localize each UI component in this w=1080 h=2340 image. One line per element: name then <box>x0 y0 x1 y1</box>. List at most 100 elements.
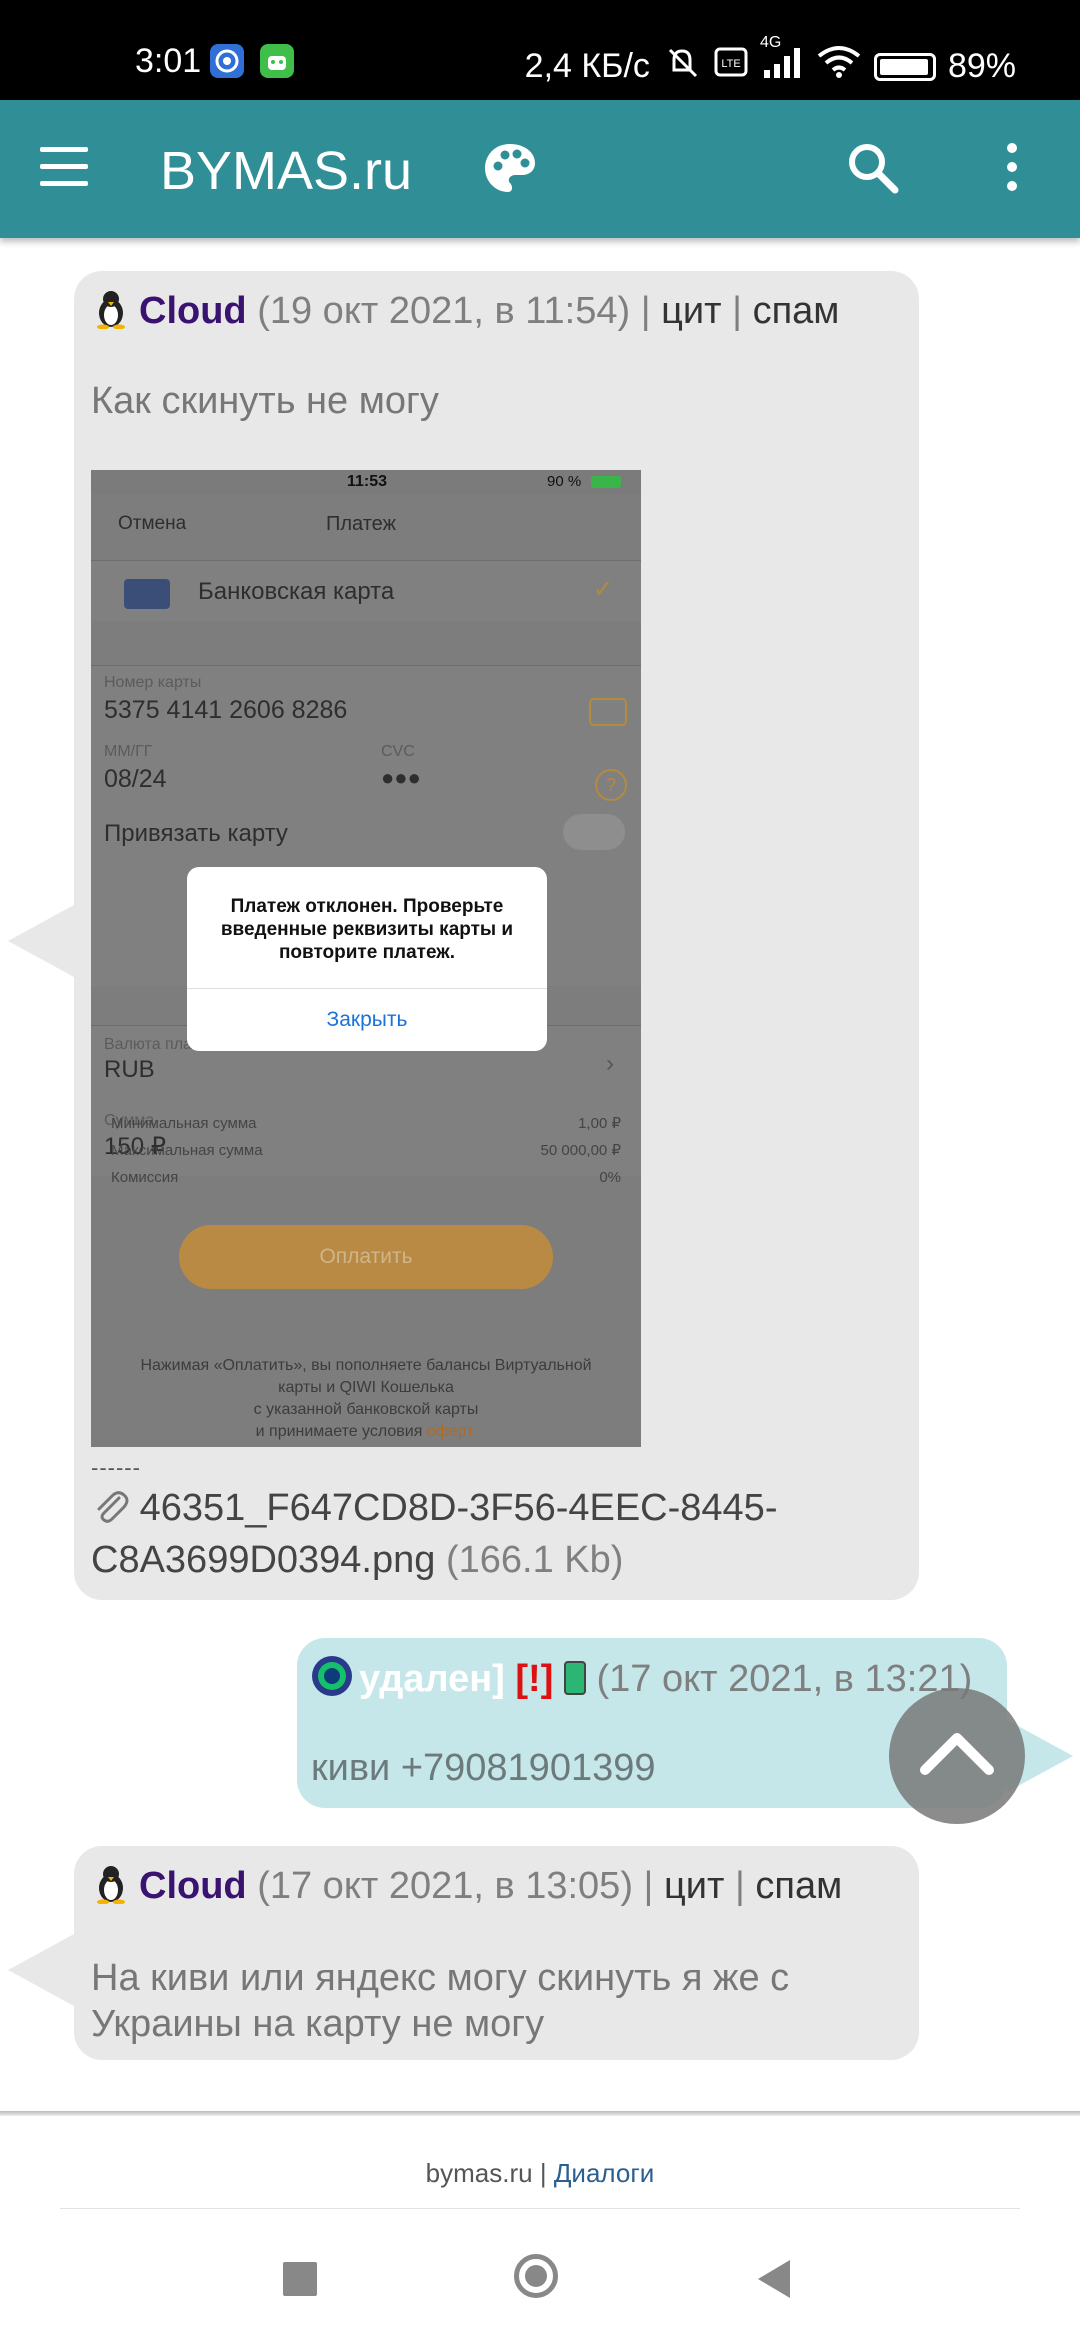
quote-link[interactable]: цит <box>661 290 721 332</box>
attachment-size: (166.1 Kb) <box>445 1539 624 1581</box>
message-username[interactable]: Cloud <box>139 1865 247 1907</box>
camera-icon <box>589 698 627 726</box>
bind-card-label: Привязать карту <box>104 820 288 847</box>
expiry-label: ММ/ГГ <box>104 743 153 760</box>
search-icon[interactable] <box>845 140 901 201</box>
cvc-value: ●●● <box>381 765 421 790</box>
separator: | <box>734 1865 745 1907</box>
mute-icon <box>662 42 702 91</box>
home-icon[interactable] <box>514 2254 558 2298</box>
signal-label: 4G <box>759 34 782 51</box>
scroll-top-button[interactable] <box>889 1688 1025 1824</box>
footer-dialogs-link[interactable]: Диалоги <box>554 2158 655 2188</box>
cvc-label: CVC <box>381 743 415 760</box>
card-icon <box>124 579 170 609</box>
message-header: Cloud (19 окт 2021, в 11:54) | цит | спа… <box>91 287 839 333</box>
currency-label: Валюта пла <box>104 1036 192 1053</box>
footer-line: с указанной банковской карты <box>253 1401 479 1418</box>
expiry-value: 08/24 <box>104 765 167 793</box>
max-sum-value: 50 000,00 ₽ <box>540 1142 621 1159</box>
status-bar: 3:01 2,4 КБ/с LTE 4G 89% <box>0 0 1080 100</box>
footer-line: карты и QIWI Кошелька <box>278 1379 454 1396</box>
min-sum-label: Минимальная сумма <box>111 1115 257 1132</box>
min-sum-value: 1,00 ₽ <box>578 1115 621 1132</box>
error-dialog: Платеж отклонен. Проверьте введенные рек… <box>187 867 547 1051</box>
footer-divider <box>60 2208 1020 2209</box>
footer-site[interactable]: bymas.ru <box>426 2158 533 2188</box>
footer-line: Нажимая «Оплатить», вы пополняете баланс… <box>140 1357 592 1374</box>
pay-button: Оплатить <box>179 1225 553 1289</box>
app-bar: BYMAS.ru <box>0 100 1080 238</box>
screenshot-footer: Нажимая «Оплатить», вы пополняете баланс… <box>91 1355 641 1443</box>
footer-separator: | <box>539 2158 547 2188</box>
screenshot-cancel: Отмена <box>118 513 187 534</box>
attached-screenshot[interactable]: 11:53 90 % Отмена Платеж Банковская карт… <box>91 470 641 1447</box>
paperclip-icon <box>91 1488 129 1537</box>
message-header: Cloud (17 окт 2021, в 13:05) | цит | спа… <box>91 1862 842 1908</box>
bubble-tail <box>8 905 74 977</box>
max-sum-label: Максимальная сумма <box>111 1142 263 1159</box>
footer-line: и принимаете условия <box>255 1423 423 1440</box>
bubble-tail <box>8 1934 74 2006</box>
avatar-icon <box>311 1655 352 1697</box>
avatar-icon <box>91 1862 131 1905</box>
message-username[interactable]: удален] <box>359 1658 505 1700</box>
message-date: (19 окт 2021, в 11:54) <box>257 290 631 332</box>
recents-icon[interactable] <box>283 2262 317 2296</box>
separator: | <box>643 1865 654 1907</box>
system-nav-bar <box>0 2230 1080 2340</box>
wifi-icon <box>816 44 862 89</box>
separator: | <box>732 290 742 332</box>
android-app-icon <box>260 44 294 78</box>
palette-icon[interactable] <box>480 138 540 203</box>
battery-level: 89% <box>947 47 1016 85</box>
status-time: 3:01 <box>135 42 202 80</box>
mail-app-icon <box>210 44 244 78</box>
spam-link[interactable]: спам <box>753 290 840 332</box>
svg-text:LTE: LTE <box>721 58 740 70</box>
mobile-icon <box>563 1661 586 1695</box>
divider-text: ------ <box>91 1455 141 1480</box>
separator: | <box>640 290 651 332</box>
more-vert-icon[interactable] <box>1000 140 1024 201</box>
screenshot-card-type: Банковская карта <box>198 578 395 605</box>
page-divider <box>0 2111 1080 2116</box>
message-text: На киви или яндекс могу скинуть я же с У… <box>91 1957 790 2045</box>
bind-card-toggle <box>563 814 625 850</box>
dialog-text: Платеж отклонен. Проверьте введенные рек… <box>220 896 514 963</box>
message-header: удален] [!] (17 окт 2021, в 13:21) <box>311 1655 972 1701</box>
volte-icon: LTE <box>714 45 748 88</box>
warning-flag: [!] <box>515 1658 554 1700</box>
currency-value: RUB <box>104 1056 155 1083</box>
fee-value: 0% <box>599 1169 621 1186</box>
menu-icon[interactable] <box>40 147 88 198</box>
app-title[interactable]: BYMAS.ru <box>160 140 412 202</box>
message-text: киви +79081901399 <box>311 1747 656 1789</box>
message-text: Как скинуть не могу <box>91 380 439 422</box>
chevron-right-icon: › <box>606 1050 614 1077</box>
screenshot-status-time: 11:53 <box>347 473 388 490</box>
avatar-icon <box>91 287 131 330</box>
attachment-name[interactable]: 46351_F647CD8D-3F56-4EEC-8445-C8A3699D03… <box>91 1487 777 1581</box>
check-icon: ✓ <box>593 576 614 603</box>
screenshot-battery-icon <box>591 476 621 488</box>
card-number: 5375 4141 2606 8286 <box>104 696 348 724</box>
message-date: (17 окт 2021, в 13:05) <box>257 1865 633 1907</box>
attachment-link[interactable]: 46351_F647CD8D-3F56-4EEC-8445-C8A3699D03… <box>91 1485 851 1583</box>
spam-link[interactable]: спам <box>755 1865 842 1907</box>
network-speed: 2,4 КБ/с <box>524 47 650 85</box>
quote-link[interactable]: цит <box>664 1865 724 1907</box>
page-footer: bymas.ru | Диалоги <box>0 2158 1080 2189</box>
fee-label: Комиссия <box>111 1169 179 1186</box>
signal-icon: 4G <box>760 34 804 89</box>
card-number-label: Номер карты <box>104 674 202 691</box>
offer-link: оферт. <box>426 1423 477 1440</box>
screenshot-header: Платеж <box>326 513 396 535</box>
chevron-up-icon <box>920 1733 994 1775</box>
help-icon: ? <box>595 769 627 801</box>
message-username[interactable]: Cloud <box>139 290 247 332</box>
screenshot-battery: 90 % <box>547 473 582 490</box>
battery-icon <box>873 52 936 81</box>
dialog-close-button: Закрыть <box>187 988 547 1051</box>
back-icon[interactable] <box>758 2260 790 2298</box>
